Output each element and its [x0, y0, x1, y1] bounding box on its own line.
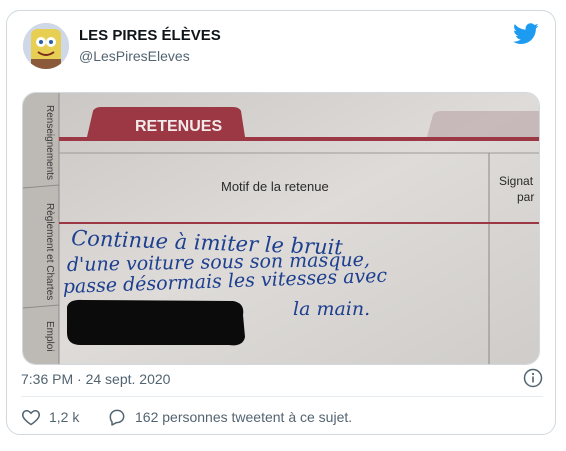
side-tab-renseignements: Renseignements [44, 105, 55, 180]
speech-bubble-icon [109, 409, 125, 426]
author-name[interactable]: LES PIRES ÉLÈVES [79, 27, 221, 44]
info-icon[interactable] [523, 368, 543, 388]
tweet-photo[interactable]: Renseignements Règlement et Chartes Empl… [22, 92, 540, 365]
side-tab-emploi: Emploi [44, 321, 55, 352]
signature-column-header-2: par [517, 190, 534, 204]
handwriting-line-4: la main. [293, 298, 370, 320]
author-handle[interactable]: @LesPiresEleves [79, 48, 190, 64]
motif-column-header: Motif de la retenue [221, 179, 329, 194]
retenues-tab-label: RETENUES [135, 118, 222, 135]
signature-column-header: Signat [499, 174, 534, 188]
side-tab-reglement: Règlement et Chartes [44, 203, 55, 300]
tweet-timestamp[interactable]: 7:36 PM · 24 sept. 2020 [21, 371, 170, 387]
heart-icon [22, 409, 40, 426]
twitter-bird-icon[interactable] [513, 23, 539, 45]
like-action[interactable]: 1,2 k [21, 407, 79, 427]
reply-action[interactable]: 162 personnes tweetent à ce sujet. [107, 407, 352, 427]
avatar[interactable] [23, 23, 69, 69]
redaction-blob [67, 299, 245, 346]
replies-text: 162 personnes tweetent à ce sujet. [135, 409, 353, 425]
divider [21, 396, 543, 397]
like-count: 1,2 k [49, 409, 80, 425]
tweet-card[interactable]: LES PIRES ÉLÈVES @LesPiresEleves Renseig… [6, 10, 556, 435]
